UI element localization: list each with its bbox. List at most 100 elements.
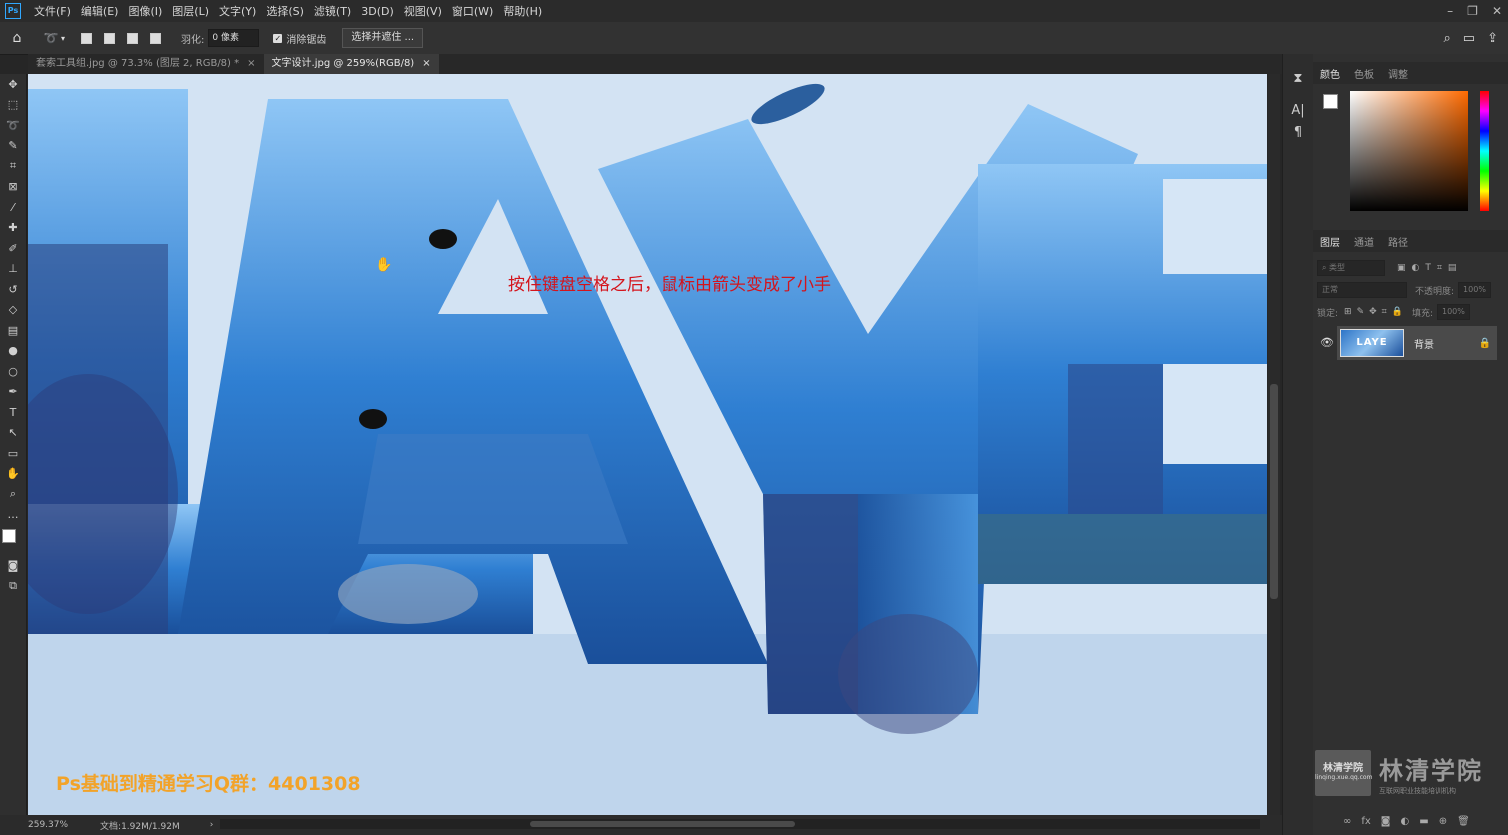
scroll-thumb[interactable]	[1270, 384, 1278, 599]
menu-type[interactable]: 文字(Y)	[214, 3, 261, 19]
gradient-tool-icon[interactable]: ▤	[0, 320, 26, 341]
eraser-tool-icon[interactable]: ◇	[0, 300, 26, 321]
type-tool-icon[interactable]: T	[0, 402, 26, 423]
scroll-thumb[interactable]	[530, 821, 795, 827]
add-selection-icon[interactable]	[104, 32, 115, 44]
menu-select[interactable]: 选择(S)	[261, 3, 309, 19]
more-tools-icon[interactable]: …	[0, 505, 26, 526]
share-icon[interactable]: ⇪	[1487, 31, 1498, 46]
layer-name: 背景	[1414, 339, 1434, 351]
character-panel-icon[interactable]: A|	[1283, 100, 1313, 122]
link-icon[interactable]: ∞	[1343, 816, 1351, 827]
tab-paths[interactable]: 路径	[1381, 234, 1415, 249]
stamp-tool-icon[interactable]: ⊥	[0, 259, 26, 280]
new-layer-icon[interactable]: ⊕	[1439, 816, 1447, 827]
lock-icons[interactable]: ⊞✎✥⌗🔒	[1344, 307, 1408, 317]
blur-tool-icon[interactable]: ●	[0, 341, 26, 362]
fill-input[interactable]: 100%	[1437, 304, 1470, 320]
lock-label: 锁定:	[1317, 308, 1339, 319]
tab-text-design-doc[interactable]: 文字设计.jpg @ 259%(RGB/8) ×	[263, 54, 439, 74]
horizontal-scrollbar[interactable]	[220, 819, 1260, 829]
blend-row: 正常 不透明度: 100%	[1317, 281, 1491, 299]
brush-tool-icon[interactable]: ✐	[0, 238, 26, 259]
opacity-input[interactable]: 100%	[1458, 282, 1491, 298]
tab-swatches[interactable]: 色板	[1347, 66, 1381, 81]
vertical-scrollbar[interactable]	[1268, 74, 1280, 815]
search-icon[interactable]: ⌕	[1444, 31, 1451, 46]
healing-brush-tool-icon[interactable]: ✚	[0, 218, 26, 239]
foreground-swatch[interactable]	[2, 529, 16, 543]
layer-row[interactable]: LAYE 背景 🔒	[1337, 326, 1497, 360]
intersect-selection-icon[interactable]	[150, 32, 161, 44]
menu-3d[interactable]: 3D(D)	[356, 5, 399, 18]
path-select-tool-icon[interactable]: ↖	[0, 423, 26, 444]
marquee-tool-icon[interactable]: ⬚	[0, 95, 26, 116]
lasso-tool-icon[interactable]: ➰	[0, 115, 26, 136]
layer-filter-select[interactable]: ⌕ 类型	[1317, 260, 1385, 276]
document-canvas[interactable]: ✋ 按住键盘空格之后，鼠标由箭头变成了小手 Ps基础到精通学习Q群：440130…	[28, 74, 1267, 815]
menu-view[interactable]: 视图(V)	[399, 3, 447, 19]
pen-tool-icon[interactable]: ✒	[0, 382, 26, 403]
menu-window[interactable]: 窗口(W)	[447, 3, 498, 19]
lasso-tool-preset-icon[interactable]: ➰	[43, 30, 59, 46]
restore-icon[interactable]: ❐	[1467, 4, 1478, 18]
paragraph-panel-icon[interactable]: ¶	[1283, 122, 1313, 144]
color-picker-field[interactable]	[1350, 91, 1468, 211]
dodge-tool-icon[interactable]: ○	[0, 361, 26, 382]
chevron-down-icon[interactable]: ▾	[59, 30, 67, 46]
eyedropper-tool-icon[interactable]: ⁄	[0, 197, 26, 218]
visibility-eye-icon[interactable]: 👁	[1320, 336, 1334, 349]
status-menu-arrow-icon[interactable]: ›	[210, 820, 214, 830]
screen-mode-icon[interactable]: ⧉	[0, 576, 26, 597]
zoom-tool-icon[interactable]: ⌕	[0, 484, 26, 505]
shape-tool-icon[interactable]: ▭	[0, 443, 26, 464]
fill-label: 填充:	[1411, 308, 1433, 319]
tab-adjustments[interactable]: 调整	[1381, 66, 1415, 81]
foreground-color-swatch[interactable]	[1323, 94, 1338, 109]
panel-icon-strip: ⧗ A| ¶	[1282, 54, 1313, 835]
menu-layer[interactable]: 图层(L)	[167, 3, 214, 19]
menu-edit[interactable]: 编辑(E)	[76, 3, 124, 19]
crop-tool-icon[interactable]: ⌗	[0, 156, 26, 177]
menu-file[interactable]: 文件(F)	[29, 3, 76, 19]
tab-color[interactable]: 颜色	[1313, 66, 1347, 81]
tab-layers[interactable]: 图层	[1313, 234, 1347, 249]
zoom-level[interactable]: 259.37%	[28, 820, 68, 830]
menu-filter[interactable]: 滤镜(T)	[309, 3, 356, 19]
hand-tool-icon[interactable]: ✋	[0, 464, 26, 485]
close-icon[interactable]: ✕	[1492, 4, 1502, 18]
tab-channels[interactable]: 通道	[1347, 234, 1381, 249]
menu-help[interactable]: 帮助(H)	[498, 3, 547, 19]
history-panel-icon[interactable]: ⧗	[1283, 68, 1313, 90]
options-bar: ⌂ ➰ ▾ 羽化: 0 像素 ✓ 消除锯齿 选择并遮住 ... ⌕ ▭ ⇪	[0, 22, 1508, 55]
frame-tool-icon[interactable]: ⊠	[0, 177, 26, 198]
fx-icon[interactable]: fx	[1361, 816, 1370, 827]
adjustment-icon[interactable]: ◐	[1401, 816, 1410, 827]
move-tool-icon[interactable]: ✥	[0, 74, 26, 95]
tab-lasso-doc[interactable]: 套索工具组.jpg @ 73.3% (图层 2, RGB/8) * ×	[28, 54, 264, 74]
filter-icons[interactable]: ▣◐T⌗▤	[1397, 263, 1462, 273]
quick-select-tool-icon[interactable]: ✎	[0, 136, 26, 157]
blend-mode-select[interactable]: 正常	[1317, 282, 1407, 298]
mask-icon[interactable]: ◙	[1381, 816, 1391, 827]
home-icon[interactable]: ⌂	[9, 30, 25, 46]
minimize-icon[interactable]: –	[1447, 4, 1453, 18]
quick-mask-icon[interactable]: ◙	[0, 555, 26, 576]
color-swatches[interactable]	[0, 525, 26, 555]
hand-cursor-icon: ✋	[375, 257, 393, 273]
menu-image[interactable]: 图像(I)	[123, 3, 167, 19]
antialias-checkbox[interactable]: ✓	[273, 33, 283, 43]
document-size: 文档:1.92M/1.92M	[100, 821, 180, 832]
tab-close-icon[interactable]: ×	[422, 58, 430, 69]
history-brush-tool-icon[interactable]: ↺	[0, 279, 26, 300]
group-folder-icon[interactable]: ▬	[1419, 816, 1428, 827]
new-selection-icon[interactable]	[81, 32, 92, 44]
subtract-selection-icon[interactable]	[127, 32, 138, 44]
workspace-icon[interactable]: ▭	[1463, 31, 1475, 46]
select-and-mask-button[interactable]: 选择并遮住 ...	[342, 28, 424, 48]
hue-slider[interactable]	[1480, 91, 1489, 211]
tab-close-icon[interactable]: ×	[247, 58, 255, 69]
trash-icon[interactable]: 🗑	[1457, 816, 1470, 827]
feather-input[interactable]: 0 像素	[208, 29, 260, 47]
filter-label: 类型	[1329, 263, 1346, 272]
